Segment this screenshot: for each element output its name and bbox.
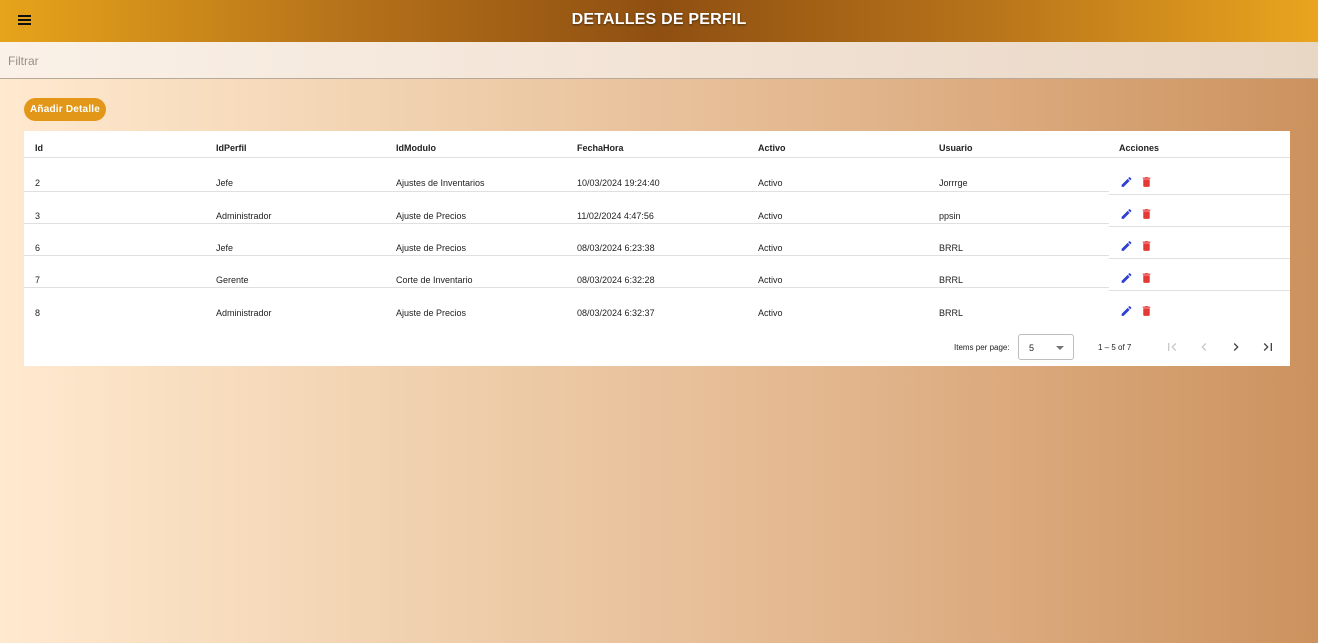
cell-usuario: BRRL <box>939 275 964 285</box>
cell-usuario: Jorrrge <box>939 178 968 188</box>
cell-idperfil: Jefe <box>216 178 234 188</box>
previous-page-icon[interactable] <box>1196 339 1212 355</box>
cell-usuario: BRRL <box>939 243 964 253</box>
cell-idmodulo: Ajustes de Inventarios <box>396 178 485 188</box>
cell-id: 2 <box>35 178 41 188</box>
table-row: 7 Gerente Corte de Inventario 08/03/2024… <box>24 256 1290 291</box>
edit-icon[interactable] <box>1120 304 1133 318</box>
cell-id: 6 <box>35 243 41 253</box>
row-actions <box>1120 239 1156 257</box>
cell-fechahora: 08/03/2024 6:32:37 <box>577 308 655 318</box>
app-toolbar: DETALLES DE PERFIL <box>0 0 1318 42</box>
first-page-icon[interactable] <box>1164 339 1180 355</box>
cell-fechahora: 10/03/2024 19:24:40 <box>577 178 660 188</box>
page-size-select[interactable]: 5 <box>1018 334 1074 360</box>
cell-activo: Activo <box>758 308 783 318</box>
column-header-idperfil: IdPerfil <box>216 143 247 153</box>
paginator: Items per page: 5 1 – 5 of 7 <box>24 334 1290 362</box>
cell-idperfil: Administrador <box>216 211 272 221</box>
cell-idperfil: Jefe <box>216 243 234 253</box>
cell-idmodulo: Ajuste de Precios <box>396 243 467 253</box>
cell-activo: Activo <box>758 275 783 285</box>
cell-activo: Activo <box>758 243 783 253</box>
cell-idperfil: Gerente <box>216 275 249 285</box>
column-header-fechahora: FechaHora <box>577 143 624 153</box>
last-page-icon[interactable] <box>1260 339 1276 355</box>
next-page-icon[interactable] <box>1228 339 1244 355</box>
cell-usuario: ppsin <box>939 211 961 221</box>
row-actions <box>1120 207 1156 225</box>
table-row: 2 Jefe Ajustes de Inventarios 10/03/2024… <box>24 158 1290 195</box>
cell-id: 7 <box>35 275 41 285</box>
cell-fechahora: 08/03/2024 6:23:38 <box>577 243 655 253</box>
filter-input[interactable] <box>8 52 608 70</box>
cell-id: 8 <box>35 308 41 318</box>
page-size-value: 5 <box>1029 343 1035 353</box>
cell-idmodulo: Ajuste de Precios <box>396 211 467 221</box>
items-per-page-label: Items per page: <box>954 343 1010 352</box>
range-label: 1 – 5 of 7 <box>1098 343 1132 352</box>
column-header-acciones: Acciones <box>1119 143 1160 153</box>
delete-icon[interactable] <box>1140 207 1153 221</box>
cell-idperfil: Administrador <box>216 308 272 318</box>
cell-idmodulo: Ajuste de Precios <box>396 308 467 318</box>
edit-icon[interactable] <box>1120 239 1133 253</box>
cell-usuario: BRRL <box>939 308 964 318</box>
edit-icon[interactable] <box>1120 207 1133 221</box>
edit-icon[interactable] <box>1120 175 1133 189</box>
cell-fechahora: 08/03/2024 6:32:28 <box>577 275 655 285</box>
row-actions <box>1120 271 1156 289</box>
table-header-row: Id IdPerfil IdModulo FechaHora Activo Us… <box>24 131 1290 158</box>
column-header-usuario: Usuario <box>939 143 973 153</box>
add-detail-button[interactable]: Añadir Detalle <box>24 98 107 121</box>
table-row: 3 Administrador Ajuste de Precios 11/02/… <box>24 192 1290 227</box>
delete-icon[interactable] <box>1140 304 1153 318</box>
page-title: DETALLES DE PERFIL <box>571 11 747 28</box>
edit-icon[interactable] <box>1120 271 1133 285</box>
column-header-id: Id <box>35 143 43 153</box>
cell-idmodulo: Corte de Inventario <box>396 275 473 285</box>
column-header-activo: Activo <box>758 143 786 153</box>
cell-activo: Activo <box>758 178 783 188</box>
table-row: 8 Administrador Ajuste de Precios 08/03/… <box>24 288 1290 328</box>
delete-icon[interactable] <box>1140 239 1153 253</box>
row-actions <box>1120 175 1156 193</box>
column-header-idmodulo: IdModulo <box>396 143 436 153</box>
delete-icon[interactable] <box>1140 175 1153 189</box>
dropdown-arrow-icon <box>1056 346 1064 350</box>
delete-icon[interactable] <box>1140 271 1153 285</box>
details-table-card: Id IdPerfil IdModulo FechaHora Activo Us… <box>24 131 1290 366</box>
cell-id: 3 <box>35 211 41 221</box>
cell-fechahora: 11/02/2024 4:47:56 <box>577 211 654 221</box>
table-row: 6 Jefe Ajuste de Precios 08/03/2024 6:23… <box>24 224 1290 259</box>
row-actions <box>1120 304 1156 322</box>
cell-activo: Activo <box>758 211 783 221</box>
filter-bar <box>0 42 1318 79</box>
